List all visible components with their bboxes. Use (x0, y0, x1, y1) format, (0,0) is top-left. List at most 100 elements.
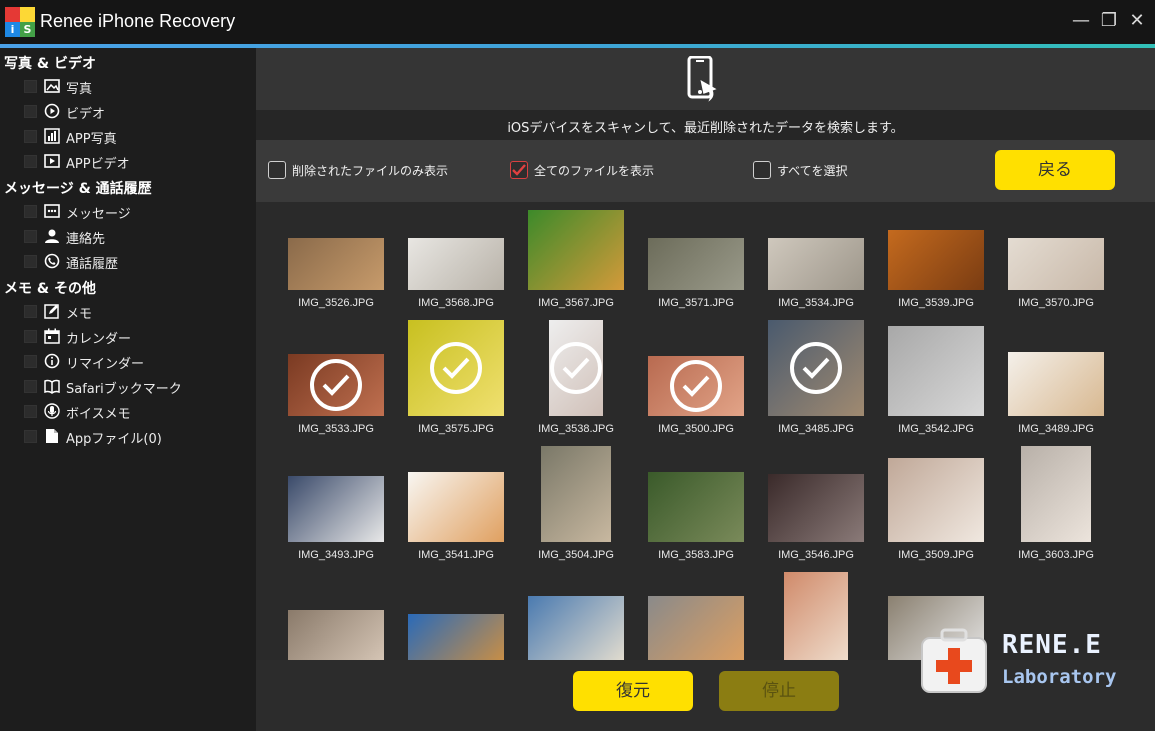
photo-thumbnail[interactable] (784, 572, 848, 660)
maximize-button[interactable]: ❐ (1098, 10, 1120, 32)
photo-thumbnail[interactable] (648, 238, 744, 290)
recover-button[interactable]: 復元 (573, 671, 693, 711)
file-name: IMG_3571.JPG (658, 297, 734, 309)
category-header-notes-other: メモ & その他 (4, 281, 96, 297)
checkbox[interactable] (24, 355, 37, 368)
sidebar-item-voice-memos[interactable]: ボイスメモ (24, 401, 244, 423)
photo-thumbnail[interactable] (528, 596, 624, 660)
checkbox[interactable] (24, 405, 37, 418)
file-thumbnail-item[interactable]: IMG_3538.JPG (521, 316, 631, 436)
file-thumbnail-item[interactable]: IMG_3570.JPG (1001, 202, 1111, 310)
sidebar-item-label: ボイスメモ (66, 407, 131, 422)
file-name: IMG_3539.JPG (898, 297, 974, 309)
photo-thumbnail[interactable] (768, 238, 864, 290)
photo-thumbnail[interactable] (888, 230, 984, 290)
sidebar-item-app-photos[interactable]: APP写真 (24, 126, 244, 148)
photo-thumbnail[interactable] (408, 472, 504, 542)
file-thumbnail-item[interactable]: IMG_3575.JPG (401, 316, 511, 436)
photo-thumbnail[interactable] (1008, 352, 1104, 416)
sidebar-item-photos[interactable]: 写真 (24, 76, 244, 98)
sidebar-item-notes[interactable]: メモ (24, 301, 244, 323)
checkbox[interactable] (24, 255, 37, 268)
photo-thumbnail[interactable] (768, 474, 864, 542)
checkbox-checked[interactable] (510, 161, 528, 179)
file-thumbnail-item[interactable]: IMG_3492.JPG (401, 568, 511, 660)
photo-thumbnail[interactable] (648, 472, 744, 542)
file-thumbnail-item[interactable]: IMG_3509.JPG (881, 442, 991, 562)
photo-thumbnail[interactable] (528, 210, 624, 290)
file-thumbnail-item[interactable]: IMG_3533.JPG (281, 316, 391, 436)
checkbox[interactable] (24, 305, 37, 318)
sidebar-item-safari-bookmarks[interactable]: Safariブックマーク (24, 376, 244, 398)
file-thumbnail-item[interactable]: IMG_3602.JPG (521, 568, 631, 660)
sidebar-item-calendar[interactable]: カレンダー (24, 326, 244, 348)
minimize-button[interactable]: — (1070, 10, 1092, 32)
photo-thumbnail[interactable] (288, 610, 384, 660)
file-thumbnail-item[interactable]: IMG_3546.JPG (761, 442, 871, 562)
file-thumbnail-item[interactable]: IMG_3539.JPG (881, 202, 991, 310)
sidebar-item-contacts[interactable]: 連絡先 (24, 226, 244, 248)
file-name: IMG_3493.JPG (298, 549, 374, 561)
photo-thumbnail[interactable] (648, 596, 744, 660)
photo-thumbnail[interactable] (549, 320, 603, 416)
sidebar-item-app-files[interactable]: Appファイル(0) (24, 426, 244, 448)
checkbox[interactable] (753, 161, 771, 179)
file-thumbnail-item[interactable]: IMG_3583.JPG (641, 442, 751, 562)
file-thumbnail-item[interactable]: IMG_3512.JPG (761, 568, 871, 660)
file-thumbnail-item[interactable]: IMG_3568.JPG (401, 202, 511, 310)
file-thumbnail-item[interactable]: IMG_3588.JPG (281, 568, 391, 660)
checkbox[interactable] (24, 380, 37, 393)
file-thumbnail-item[interactable]: IMG_3504.JPG (521, 442, 631, 562)
file-thumbnail-item[interactable]: IMG_3485.JPG (761, 316, 871, 436)
sidebar-item-call-history[interactable]: 通話履歴 (24, 251, 244, 273)
sidebar-item-reminders[interactable]: リマインダー (24, 351, 244, 373)
person-icon (45, 229, 59, 243)
photo-thumbnail[interactable] (288, 238, 384, 290)
file-thumbnail-item[interactable]: IMG_3493.JPG (281, 442, 391, 562)
photo-thumbnail[interactable] (288, 354, 384, 416)
checkbox[interactable] (24, 130, 37, 143)
sidebar-item-videos[interactable]: ビデオ (24, 101, 244, 123)
file-thumbnail-item[interactable]: IMG_3542.JPG (881, 316, 991, 436)
photo-thumbnail[interactable] (408, 614, 504, 660)
photo-thumbnail[interactable] (768, 320, 864, 416)
file-thumbnail-item[interactable]: IMG_3571.JPG (641, 202, 751, 310)
photo-thumbnail[interactable] (888, 326, 984, 416)
image-icon (44, 79, 60, 93)
file-name: IMG_3541.JPG (418, 549, 494, 561)
photo-thumbnail[interactable] (408, 320, 504, 416)
file-thumbnail-item[interactable]: IMG_3500.JPG (641, 316, 751, 436)
file-thumbnail-item[interactable]: IMG_3603.JPG (1001, 442, 1111, 562)
checkbox[interactable] (24, 230, 37, 243)
checkbox[interactable] (24, 105, 37, 118)
back-button[interactable]: 戻る (995, 150, 1115, 190)
selected-check-icon (550, 342, 602, 394)
file-thumbnail-item[interactable]: IMG_3489.JPG (1001, 316, 1111, 436)
photo-thumbnail[interactable] (1008, 238, 1104, 290)
photo-thumbnail[interactable] (1021, 446, 1091, 542)
checkbox[interactable] (24, 330, 37, 343)
file-thumbnail-item[interactable]: IMG_3587.JPG (641, 568, 751, 660)
file-thumbnail-item[interactable]: IMG_3567.JPG (521, 202, 631, 310)
file-thumbnail-item[interactable]: IMG_3534.JPG (761, 202, 871, 310)
photo-thumbnail[interactable] (408, 238, 504, 290)
checkbox[interactable] (24, 205, 37, 218)
sidebar-item-messages[interactable]: メッセージ (24, 201, 244, 223)
photo-thumbnail[interactable] (888, 458, 984, 542)
checkbox[interactable] (268, 161, 286, 179)
checkbox[interactable] (24, 430, 37, 443)
photo-thumbnail[interactable] (541, 446, 611, 542)
file-thumbnail-item[interactable]: IMG_3541.JPG (401, 442, 511, 562)
sidebar-item-app-videos[interactable]: APPビデオ (24, 151, 244, 173)
photo-thumbnail[interactable] (288, 476, 384, 542)
photo-thumbnail[interactable] (648, 356, 744, 416)
selected-check-icon (790, 342, 842, 394)
checkbox[interactable] (24, 80, 37, 93)
sidebar: 写真 & ビデオ 写真 ビデオ APP写真 APPビデオ メッセージ & 通話履… (0, 48, 256, 731)
filter-label: すべてを選択 (777, 164, 848, 178)
video-frame-icon (44, 154, 60, 168)
file-name: IMG_3542.JPG (898, 423, 974, 435)
checkbox[interactable] (24, 155, 37, 168)
close-button[interactable]: ✕ (1126, 10, 1148, 32)
file-thumbnail-item[interactable]: IMG_3526.JPG (281, 202, 391, 310)
